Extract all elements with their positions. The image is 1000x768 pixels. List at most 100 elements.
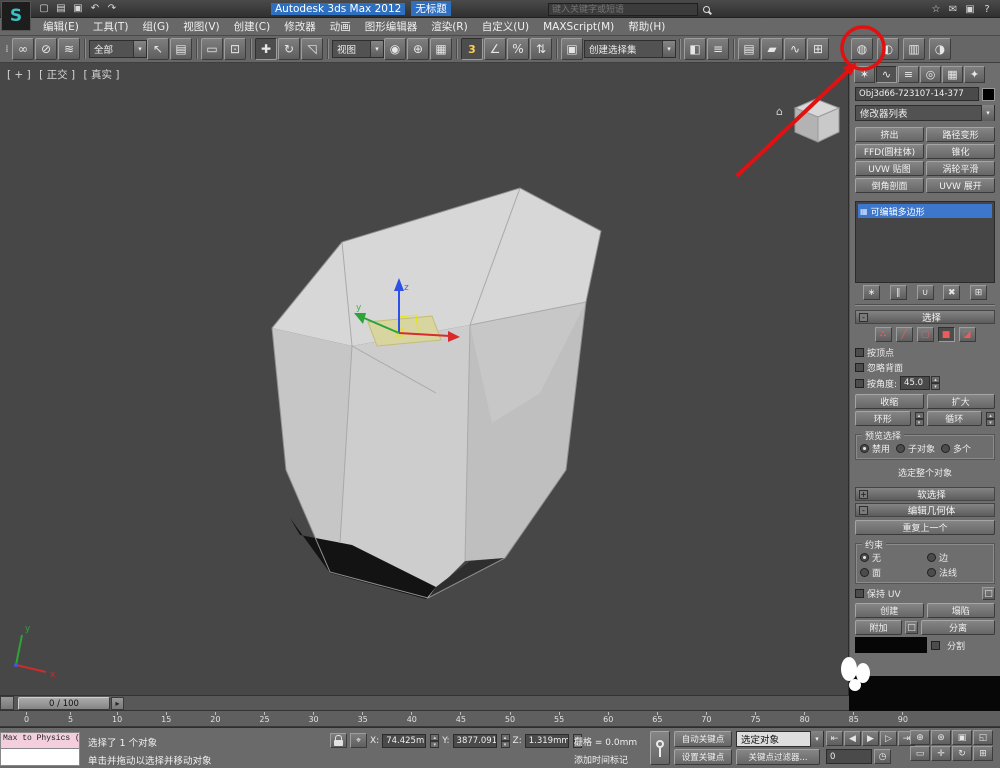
spinner-up-icon[interactable]: ▴ bbox=[931, 376, 940, 383]
menu-help[interactable]: 帮助(H) bbox=[621, 19, 672, 34]
select-and-manipulate-icon[interactable]: ⊕ bbox=[407, 38, 429, 60]
save-file-icon[interactable]: ▣ bbox=[70, 1, 86, 16]
key-filters-button[interactable]: 关键点过滤器... bbox=[736, 749, 820, 765]
maxscript-mini-listener[interactable]: Max to Physics ( bbox=[0, 732, 80, 768]
previous-frame-icon[interactable]: ◀ bbox=[844, 731, 861, 746]
open-file-icon[interactable]: ▤ bbox=[53, 1, 69, 16]
next-frame-arrow-icon[interactable]: ▸ bbox=[111, 697, 124, 710]
menu-edit[interactable]: 编辑(E) bbox=[36, 19, 86, 34]
expand-icon[interactable]: + bbox=[859, 490, 868, 499]
ignore-backfacing-checkbox[interactable] bbox=[855, 363, 864, 372]
auto-key-button[interactable]: 自动关键点 bbox=[674, 731, 732, 747]
configure-modifier-sets-icon[interactable]: ⊞ bbox=[970, 285, 987, 300]
spinner-down-icon[interactable]: ▾ bbox=[915, 419, 924, 426]
use-pivot-center-icon[interactable]: ◉ bbox=[384, 38, 406, 60]
schematic-view-icon[interactable]: ⊞ bbox=[807, 38, 829, 60]
render-production-icon[interactable]: ◑ bbox=[929, 38, 951, 60]
subobject-border-icon[interactable]: ▢ bbox=[917, 327, 934, 342]
search-icon[interactable] bbox=[698, 2, 714, 17]
window-crossing-icon[interactable]: ⊡ bbox=[224, 38, 246, 60]
help-icon[interactable]: ? bbox=[979, 2, 995, 17]
tab-create-icon[interactable]: ✶ bbox=[854, 66, 875, 83]
y-coordinate-field[interactable]: 3877.091n bbox=[453, 734, 497, 748]
align-icon[interactable]: ≡ bbox=[707, 38, 729, 60]
search-input[interactable] bbox=[548, 3, 698, 16]
select-by-name-icon[interactable]: ▤ bbox=[170, 38, 192, 60]
tab-modify-icon[interactable]: ∿ bbox=[876, 66, 897, 83]
track-bar[interactable]: 0 5 10 15 20 25 30 35 40 45 50 55 60 65 … bbox=[0, 711, 1000, 727]
tab-utilities-icon[interactable]: ✦ bbox=[964, 66, 985, 83]
by-vertex-checkbox[interactable] bbox=[855, 348, 864, 357]
tab-display-icon[interactable]: ▦ bbox=[942, 66, 963, 83]
tab-hierarchy-icon[interactable]: ≡ bbox=[898, 66, 919, 83]
x-spinner[interactable]: ▴▾ bbox=[430, 734, 439, 748]
modifier-button-uvw-map[interactable]: UVW 贴图 bbox=[855, 161, 924, 176]
y-spinner[interactable]: ▴▾ bbox=[501, 734, 510, 748]
menu-create[interactable]: 创建(C) bbox=[227, 19, 278, 34]
angle-spinner[interactable]: ▴ ▾ bbox=[931, 376, 940, 390]
loop-spinner[interactable]: ▴ ▾ bbox=[986, 412, 995, 426]
subobject-edge-icon[interactable]: ╱ bbox=[896, 327, 913, 342]
preview-subobject-radio[interactable] bbox=[896, 444, 905, 453]
mirror-icon[interactable]: ◧ bbox=[684, 38, 706, 60]
ring-button[interactable]: 环形 bbox=[855, 411, 911, 426]
angle-value-field[interactable]: 45.0 bbox=[900, 376, 930, 390]
listener-macro-line[interactable]: Max to Physics ( bbox=[0, 732, 80, 749]
menu-customize[interactable]: 自定义(U) bbox=[475, 19, 536, 34]
spinner-up-icon[interactable]: ▴ bbox=[501, 734, 510, 741]
split-checkbox[interactable] bbox=[931, 641, 940, 650]
time-slider-handle[interactable]: 0 / 100 bbox=[18, 697, 110, 710]
time-slider[interactable]: 0 / 100 ▸ bbox=[0, 695, 849, 711]
modifier-button-turbosmooth[interactable]: 涡轮平滑 bbox=[926, 161, 995, 176]
orbit-icon[interactable]: ↻ bbox=[952, 746, 972, 761]
zoom-icon[interactable]: ⊕ bbox=[910, 730, 930, 745]
preserve-uv-checkbox[interactable] bbox=[855, 589, 864, 598]
grow-button[interactable]: 扩大 bbox=[927, 394, 996, 409]
named-selection-sets-dropdown[interactable]: 创建选择集 ▾ bbox=[584, 40, 676, 58]
undo-icon[interactable]: ↶ bbox=[87, 1, 103, 16]
keyboard-override-icon[interactable]: ▦ bbox=[430, 38, 452, 60]
object-color-swatch[interactable] bbox=[982, 88, 995, 101]
spinner-snap-icon[interactable]: ⇅ bbox=[530, 38, 552, 60]
spinner-down-icon[interactable]: ▾ bbox=[986, 419, 995, 426]
z-coordinate-field[interactable]: 1.319mm bbox=[525, 734, 569, 748]
show-end-result-icon[interactable]: ‖ bbox=[890, 285, 907, 300]
zoom-extents-icon[interactable]: ▣ bbox=[952, 730, 972, 745]
collapse-icon[interactable]: - bbox=[859, 313, 868, 322]
pan-icon[interactable]: ✛ bbox=[931, 746, 951, 761]
edit-named-selection-sets-icon[interactable]: ▣ bbox=[561, 38, 583, 60]
angle-snap-icon[interactable]: ∠ bbox=[484, 38, 506, 60]
redo-icon[interactable]: ↷ bbox=[104, 1, 120, 16]
current-frame-field[interactable]: 0 bbox=[826, 749, 872, 764]
zoom-extents-all-icon[interactable]: ◱ bbox=[973, 730, 993, 745]
shrink-button[interactable]: 收缩 bbox=[855, 394, 924, 409]
constraint-none-radio[interactable] bbox=[860, 553, 869, 562]
material-editor-icon[interactable]: ◍ bbox=[851, 38, 873, 60]
attach-button[interactable]: 附加 bbox=[855, 620, 902, 635]
repeat-last-button[interactable]: 重复上一个 bbox=[855, 520, 995, 535]
go-to-start-icon[interactable]: ⇤ bbox=[826, 731, 843, 746]
modifier-list-dropdown[interactable]: 修改器列表 ▾ bbox=[855, 105, 995, 121]
absolute-mode-icon[interactable]: ⌖ bbox=[350, 733, 367, 748]
subobject-vertex-icon[interactable]: ∴ bbox=[875, 327, 892, 342]
menu-maxscript[interactable]: MAXScript(M) bbox=[536, 21, 621, 33]
constraint-face-radio[interactable] bbox=[860, 568, 869, 577]
reference-coordinate-dropdown[interactable]: 视图 ▾ bbox=[332, 40, 384, 58]
select-and-scale-icon[interactable]: ◹ bbox=[301, 38, 323, 60]
favorites-icon[interactable]: ☆ bbox=[928, 2, 944, 17]
percent-snap-icon[interactable]: % bbox=[507, 38, 529, 60]
viewport[interactable]: [ + ] [ 正交 ] [ 真实 ] ⌂ bbox=[0, 63, 849, 695]
loop-button[interactable]: 循环 bbox=[927, 411, 983, 426]
preview-multi-radio[interactable] bbox=[941, 444, 950, 453]
viewcube[interactable]: ⌂ bbox=[776, 99, 839, 142]
menu-modifiers[interactable]: 修改器 bbox=[277, 19, 323, 34]
graphite-ribbon-icon[interactable]: ▰ bbox=[761, 38, 783, 60]
spinner-up-icon[interactable]: ▴ bbox=[986, 412, 995, 419]
rollout-edit-geometry-header[interactable]: - 编辑几何体 bbox=[855, 503, 995, 517]
rollout-soft-selection-header[interactable]: + 软选择 bbox=[855, 487, 995, 501]
communication-center-icon[interactable]: ✉ bbox=[945, 2, 961, 17]
select-object-icon[interactable]: ↖ bbox=[147, 38, 169, 60]
layer-manager-icon[interactable]: ▤ bbox=[738, 38, 760, 60]
rollout-selection-header[interactable]: - 选择 bbox=[855, 310, 995, 324]
listener-script-line[interactable] bbox=[0, 749, 80, 766]
